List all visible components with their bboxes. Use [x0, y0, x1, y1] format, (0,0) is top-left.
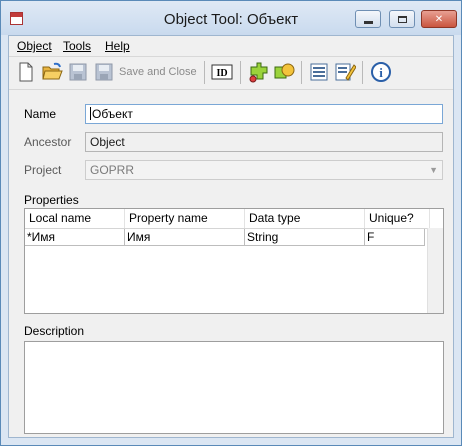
id-button-label: ID	[216, 68, 227, 79]
object-tool-window: Object Tool: Объект ✕ Object Tools Help	[0, 0, 462, 446]
save-disk-icon	[69, 63, 87, 81]
new-button[interactable]	[15, 61, 37, 83]
cell-unique: F	[365, 229, 425, 246]
menu-bar: Object Tools Help	[9, 36, 453, 56]
properties-table[interactable]: Local name Property name Data type Uniqu…	[24, 208, 444, 314]
cell-local-name: *Имя	[25, 229, 125, 246]
toolbar-separator	[204, 61, 205, 84]
column-header-data-type[interactable]: Data type	[245, 209, 365, 228]
menu-tools[interactable]: Tools	[63, 39, 91, 53]
form-button[interactable]	[308, 61, 330, 83]
info-button[interactable]: i	[370, 61, 392, 83]
title-bar[interactable]: Object Tool: Объект ✕	[1, 1, 461, 35]
form-icon	[310, 63, 328, 81]
graph-shapes-icon	[274, 63, 295, 79]
cell-property-name: Имя	[125, 229, 245, 246]
minimize-button[interactable]	[355, 10, 381, 28]
description-label: Description	[24, 324, 85, 338]
properties-label: Properties	[24, 193, 79, 207]
graph-button[interactable]	[273, 61, 295, 83]
column-header-unique[interactable]: Unique?	[365, 209, 430, 228]
ancestor-label: Ancestor	[24, 135, 72, 149]
cell-data-type: String	[245, 229, 365, 246]
text-caret	[90, 107, 91, 120]
save-and-close-button[interactable]	[93, 61, 115, 83]
name-label: Name	[24, 107, 57, 121]
edit-icon	[335, 63, 356, 81]
info-glyph: i	[379, 65, 383, 80]
menu-help[interactable]: Help	[105, 39, 130, 53]
properties-button[interactable]	[248, 61, 270, 83]
toolbar: Save and Close ID i	[9, 56, 453, 90]
table-row[interactable]: *Имя Имя String F	[25, 229, 428, 246]
id-button[interactable]: ID	[211, 61, 233, 83]
ancestor-field[interactable]: Object	[85, 132, 443, 152]
toolbar-separator	[362, 61, 363, 84]
column-header-property-name[interactable]: Property name	[125, 209, 245, 228]
column-header-local-name[interactable]: Local name	[25, 209, 125, 228]
properties-icon	[249, 62, 268, 83]
close-icon: ✕	[434, 13, 444, 25]
save-and-close-label[interactable]: Save and Close	[119, 66, 197, 78]
name-input[interactable]: Объект	[85, 104, 443, 124]
description-textarea[interactable]	[24, 341, 444, 434]
new-document-icon	[19, 62, 33, 82]
chevron-down-icon: ▼	[429, 165, 438, 175]
save-button[interactable]	[67, 61, 89, 83]
id-icon: ID	[211, 64, 233, 80]
client-area: Object Tools Help Save and Close ID i Na…	[8, 35, 454, 438]
toolbar-separator	[301, 61, 302, 84]
toolbar-separator	[240, 61, 241, 84]
maximize-icon	[397, 15, 407, 23]
edit-button[interactable]	[334, 61, 356, 83]
menu-object[interactable]: Object	[17, 39, 52, 53]
close-button[interactable]: ✕	[421, 10, 457, 28]
open-button[interactable]	[41, 61, 63, 83]
save-and-close-icon	[95, 63, 113, 81]
vertical-scrollbar[interactable]	[427, 228, 443, 313]
info-icon: i	[371, 62, 391, 82]
minimize-icon	[363, 20, 373, 24]
maximize-button[interactable]	[389, 10, 415, 28]
project-select[interactable]: GOPRR ▼	[85, 160, 443, 180]
project-label: Project	[24, 163, 62, 177]
table-header: Local name Property name Data type Uniqu…	[25, 209, 443, 229]
open-folder-icon	[42, 62, 63, 80]
